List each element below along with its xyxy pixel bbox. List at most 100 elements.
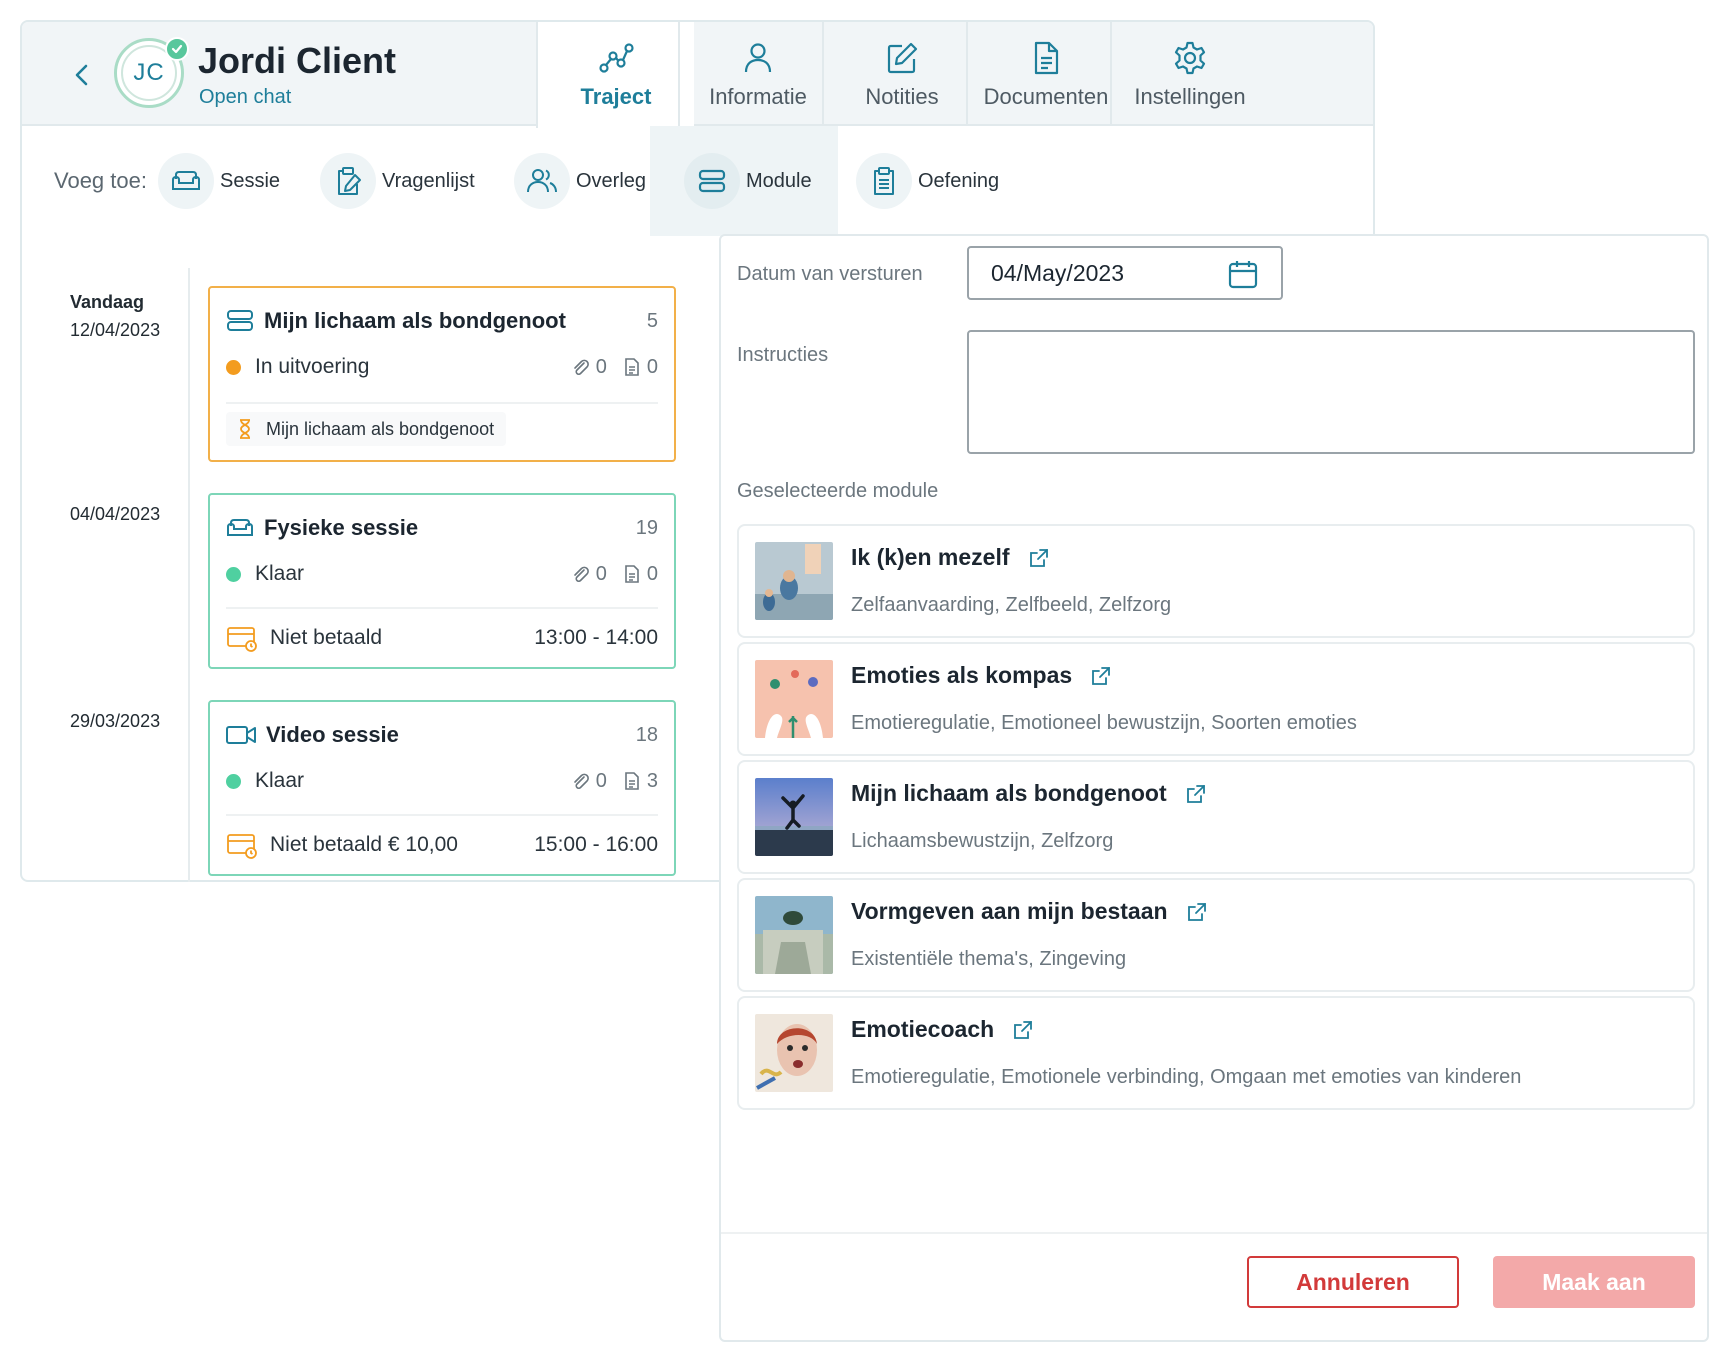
module-title: Ik (k)en mezelf [851,544,1010,570]
timeline-card-session[interactable]: Fysieke sessie 19 Klaar 0 0 Niet betaald… [208,493,676,669]
add-item-label: Overleg [576,169,647,192]
module-item[interactable]: Vormgeven aan mijn bestaan Existentiële … [737,878,1695,992]
calendar-icon[interactable] [1227,258,1259,290]
document-count: 3 [646,769,658,792]
timeline-date: 29/03/2023 [70,711,161,731]
module-tags: Existentiële thema's, Zingeving [851,948,1127,970]
external-link-icon[interactable] [1185,783,1207,805]
module-tags: Zelfaanvaarding, Zelfbeeld, Zelfzorg [851,594,1172,616]
instructions-textarea[interactable] [967,330,1695,454]
selected-module-label: Geselecteerde module [737,480,939,502]
external-link-icon[interactable] [1186,901,1208,923]
cancel-button[interactable]: Annuleren [1247,1256,1459,1308]
add-overleg-button[interactable]: Overleg [514,150,646,212]
hourglass-icon [240,419,250,439]
card-title: Fysieke sessie [264,515,419,540]
today-label: Vandaag [70,292,145,312]
status-text: Klaar [255,562,305,585]
payment-status: Niet betaald [270,626,383,649]
module-thumbnail [755,660,833,738]
add-item-label: Module [746,169,812,192]
card-separator [226,402,658,404]
clipboard-list-icon [856,153,912,209]
paperclip-icon [573,359,589,376]
date-label: Datum van versturen [737,263,923,285]
module-title: Emotiecoach [851,1016,995,1042]
add-oefening-button[interactable]: Oefening [856,150,999,212]
add-item-label: Vragenlijst [382,169,475,192]
card-title: Video sessie [266,722,399,747]
timeline-date: Vandaag 12/04/2023 [70,288,160,344]
user-icon [744,43,772,73]
status-text: In uitvoering [255,355,370,378]
add-item-label: Oefening [918,169,1000,192]
add-sessie-button[interactable]: Sessie [158,150,280,212]
module-tags: Emotieregulatie, Emotionele verbinding, … [851,1066,1522,1088]
external-link-icon[interactable] [1012,1019,1034,1041]
add-toolbar: Voeg toe: Sessie Vragenlijst Overleg Mod… [22,126,1373,236]
file-icon [625,772,639,790]
date-value: 12/04/2023 [70,320,161,340]
timeline-card-module[interactable]: Mijn lichaam als bondgenoot 5 In uitvoer… [208,286,676,462]
tab-label: Documenten [983,84,1109,109]
add-module-button[interactable]: Module [650,126,838,236]
payment-card-icon [227,834,257,859]
sofa-icon [158,153,214,209]
client-header: JC Jordi Client Open chat Traject Inform… [22,22,1373,128]
card-title: Mijn lichaam als bondgenoot [264,308,566,333]
tab-label: Informatie [709,84,807,109]
module-title: Emoties als kompas [851,662,1073,688]
module-item[interactable]: Mijn lichaam als bondgenoot Lichaamsbewu… [737,760,1695,874]
module-item[interactable]: Emotiecoach Emotieregulatie, Emotionele … [737,996,1695,1110]
tab-traject[interactable]: Traject [536,22,694,128]
module-item[interactable]: Emoties als kompas Emotieregulatie, Emot… [737,642,1695,756]
session-time: 15:00 - 16:00 [534,833,658,856]
date-value: 04/May/2023 [991,259,1124,286]
external-link-icon[interactable] [1028,547,1050,569]
create-button[interactable]: Maak aan [1493,1256,1695,1308]
payment-card-icon [227,627,257,652]
module-thumbnail [755,542,833,620]
paperclip-icon [573,566,589,583]
route-icon [599,43,634,73]
file-icon [625,358,639,376]
paperclip-icon [573,773,589,790]
attachment-count: 0 [595,769,607,792]
card-separator [226,607,658,609]
open-chat-link[interactable]: Open chat [199,86,291,109]
external-link-icon[interactable] [1090,665,1112,687]
module-tags: Lichaamsbewustzijn, Zelfzorg [851,830,1114,852]
gear-icon [1174,41,1206,75]
verified-check-icon [165,37,189,61]
module-thumbnail [755,1014,833,1092]
timeline-divider [188,268,190,882]
card-number: 5 [646,309,658,332]
video-camera-icon [226,726,256,744]
document-icon [1034,41,1059,75]
add-item-label: Sessie [220,169,281,192]
module-item[interactable]: Ik (k)en mezelf Zelfaanvaarding, Zelfbee… [737,524,1695,638]
tab-instellingen[interactable]: Instellingen [1110,22,1268,126]
tab-informatie[interactable]: Informatie [678,22,836,126]
card-footer-text: Mijn lichaam als bondgenoot [266,418,495,439]
back-button[interactable] [66,56,98,94]
add-vragenlijst-button[interactable]: Vragenlijst [320,150,475,212]
module-icon [227,310,253,331]
card-number: 18 [635,723,658,746]
timeline-card-video-session[interactable]: Video sessie 18 Klaar 0 3 Niet betaald €… [208,700,676,876]
date-input[interactable]: 04/May/2023 [967,246,1283,300]
tab-notities[interactable]: Notities [822,22,980,126]
status-dot [226,359,241,375]
status-dot [226,566,241,582]
module-title: Mijn lichaam als bondgenoot [851,780,1167,806]
avatar: JC [114,37,189,108]
tab-documenten[interactable]: Documenten [966,22,1124,126]
clipboard-edit-icon [320,153,376,209]
card-footer-pill: Mijn lichaam als bondgenoot [226,412,507,446]
tab-label: Instellingen [1134,84,1246,109]
card-separator [226,814,658,816]
card-number: 19 [635,516,658,539]
module-title: Vormgeven aan mijn bestaan [851,898,1168,924]
document-count: 0 [646,355,658,378]
timeline-date: 04/04/2023 [70,504,161,524]
